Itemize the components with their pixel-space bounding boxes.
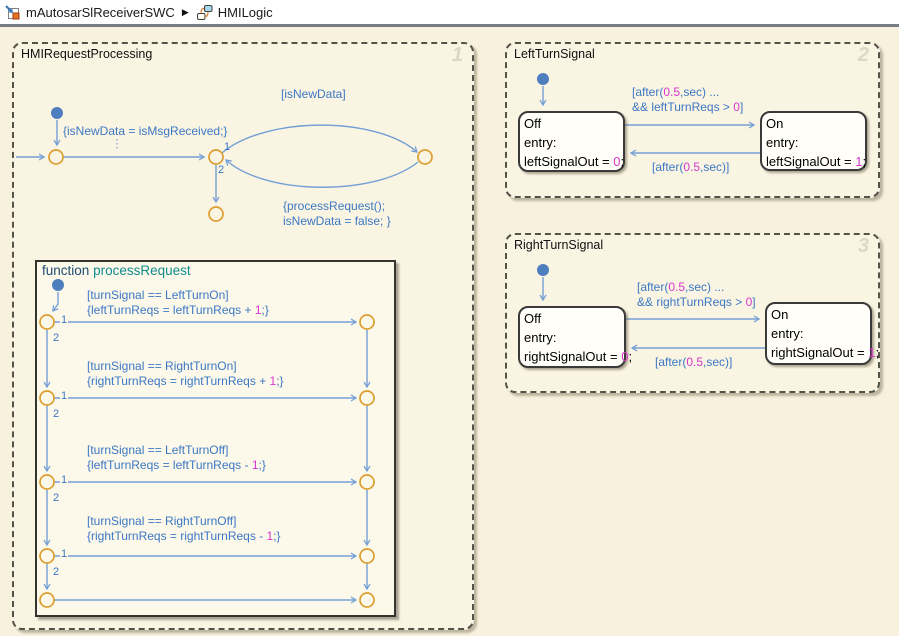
state-title: RightTurnSignal	[514, 238, 603, 252]
state-on[interactable]: On entry: rightSignalOut = 1;	[765, 302, 872, 365]
junction[interactable]	[49, 150, 63, 164]
junction[interactable]	[360, 593, 374, 607]
model-icon-badge	[13, 13, 19, 19]
execution-order-badge: 2	[858, 44, 869, 67]
transition-label-init-action[interactable]: {isNewData = isMsgReceived;}	[63, 124, 227, 138]
state-hmi-request-processing[interactable]: function processRequest	[12, 42, 474, 630]
junction[interactable]	[360, 549, 374, 563]
junction[interactable]	[360, 315, 374, 329]
state-entry-action: rightSignalOut = 0;	[524, 347, 620, 366]
junction[interactable]	[40, 315, 54, 329]
junction[interactable]	[418, 150, 432, 164]
transition-label-loop-guard[interactable]: [isNewData]	[281, 87, 346, 101]
chart-icon-arrow-down	[205, 12, 208, 16]
state-entry-label: entry:	[524, 328, 620, 347]
transition-action[interactable]: {leftTurnReqs = leftTurnReqs - 1;}	[87, 458, 266, 472]
breadcrumb-model[interactable]: mAutosarSlReceiverSWC	[26, 5, 175, 20]
state-on[interactable]: On entry: leftSignalOut = 1;	[760, 111, 867, 171]
transition-port-number: 1	[60, 315, 68, 326]
transition-label-to-on-1[interactable]: [after(0.5,sec) ...	[632, 85, 719, 99]
function-default-transition[interactable]	[53, 292, 58, 311]
state-title: LeftTurnSignal	[514, 47, 595, 61]
junction[interactable]	[40, 391, 54, 405]
state-name: Off	[524, 309, 620, 328]
state-off[interactable]: Off entry: leftSignalOut = 0;	[518, 111, 625, 172]
state-entry-label: entry:	[524, 133, 619, 152]
junction[interactable]	[40, 475, 54, 489]
transition-label-to-on-2[interactable]: && leftTurnReqs > 0]	[632, 100, 743, 114]
junction[interactable]	[209, 207, 223, 221]
transition-label-to-on-2[interactable]: && rightTurnReqs > 0]	[637, 295, 756, 309]
transition-guard[interactable]: [turnSignal == LeftTurnOff]	[87, 443, 228, 457]
transition-port-number: 2	[53, 408, 59, 420]
transition-port-number: 2	[53, 492, 59, 504]
junction[interactable]	[360, 475, 374, 489]
chart-icon-top-state	[204, 5, 212, 11]
state-off[interactable]: Off entry: rightSignalOut = 0;	[518, 306, 626, 368]
state-entry-label: entry:	[766, 133, 861, 152]
breadcrumb-chart[interactable]: HMILogic	[218, 5, 273, 20]
default-transition-origin[interactable]	[537, 264, 549, 276]
transition-label-to-off[interactable]: [after(0.5,sec)]	[655, 355, 732, 369]
transition-port-number: 1	[60, 391, 68, 402]
transition-action[interactable]: {rightTurnReqs = rightTurnReqs - 1;}	[87, 529, 281, 543]
state-entry-action: leftSignalOut = 0;	[524, 152, 619, 171]
breadcrumb-bar: mAutosarSlReceiverSWC ▶ HMILogic	[0, 0, 899, 27]
default-transition-origin[interactable]	[51, 107, 63, 119]
state-name: Off	[524, 114, 619, 133]
state-entry-action: leftSignalOut = 1;	[766, 152, 861, 171]
junction[interactable]	[360, 391, 374, 405]
transition-isnewdata[interactable]	[222, 125, 417, 153]
transition-guard[interactable]: [turnSignal == RightTurnOn]	[87, 359, 237, 373]
transition-port-number: 2	[53, 566, 59, 578]
state-right-turn-signal[interactable]: RightTurnSignal 3 Off entry: rightSignal…	[505, 233, 880, 393]
state-left-turn-signal[interactable]: LeftTurnSignal 2 Off entry: leftSignalOu…	[505, 42, 880, 198]
function-default-transition-origin[interactable]	[52, 279, 64, 291]
default-transition-origin[interactable]	[537, 73, 549, 85]
state-title: HMIRequestProcessing	[21, 47, 152, 61]
state-entry-label: entry:	[771, 324, 866, 343]
transition-process-request[interactable]	[226, 160, 418, 187]
state-entry-action: rightSignalOut = 1;	[771, 343, 866, 362]
transition-port-number: 1	[224, 141, 230, 153]
transition-label-loop-action-1[interactable]: {processRequest();	[283, 199, 385, 213]
state-name: On	[766, 114, 861, 133]
transition-label-loop-action-2[interactable]: isNewData = false; }	[283, 214, 391, 228]
transition-action[interactable]: {leftTurnReqs = leftTurnReqs + 1;}	[87, 303, 269, 317]
transition-port-number: 1	[60, 549, 68, 560]
model-icon	[4, 4, 21, 21]
chart-icon	[196, 4, 213, 21]
transition-action[interactable]: {rightTurnReqs = rightTurnReqs + 1;}	[87, 374, 284, 388]
transition-guard[interactable]: [turnSignal == LeftTurnOn]	[87, 288, 229, 302]
junction[interactable]	[40, 549, 54, 563]
transition-port-number: 2	[53, 332, 59, 344]
state-name: On	[771, 305, 866, 324]
chart-icon-arrow-up	[201, 8, 204, 12]
chart-icon-bottom-state	[197, 13, 205, 19]
junction[interactable]	[40, 593, 54, 607]
transition-label-to-on-1[interactable]: [after(0.5,sec) ...	[637, 280, 724, 294]
transition-port-number: 1	[60, 475, 68, 486]
execution-order-badge: 1	[452, 44, 463, 67]
transition-guard[interactable]: [turnSignal == RightTurnOff]	[87, 514, 236, 528]
transition-label-to-off[interactable]: [after(0.5,sec)]	[652, 160, 729, 174]
execution-order-badge: 3	[858, 235, 869, 258]
transition-port-number: 2	[218, 164, 224, 176]
junction[interactable]	[209, 150, 223, 164]
breadcrumb-separator-icon: ▶	[182, 7, 189, 18]
